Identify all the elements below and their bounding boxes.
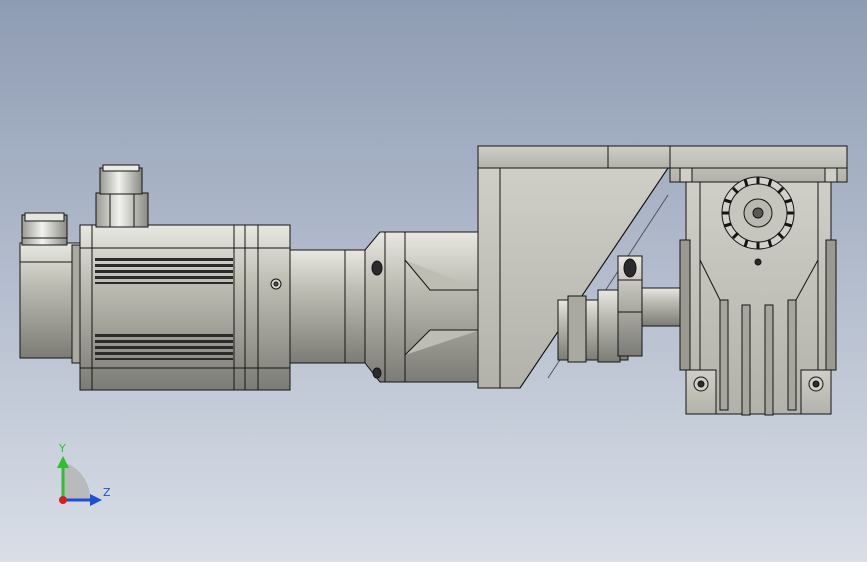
x-axis-origin [59,496,67,504]
encoder-connector [21,212,68,246]
power-connector [95,164,149,228]
worm-gearbox[interactable] [669,145,848,416]
planetary-reducer[interactable] [289,231,481,383]
cad-viewport[interactable]: Y Z [0,0,867,562]
worm-gear-icon [721,176,795,250]
reducer-port-icon [371,260,383,276]
y-axis-label: Y [59,442,66,455]
cad-canvas [0,0,867,562]
z-axis-label: Z [103,486,111,499]
